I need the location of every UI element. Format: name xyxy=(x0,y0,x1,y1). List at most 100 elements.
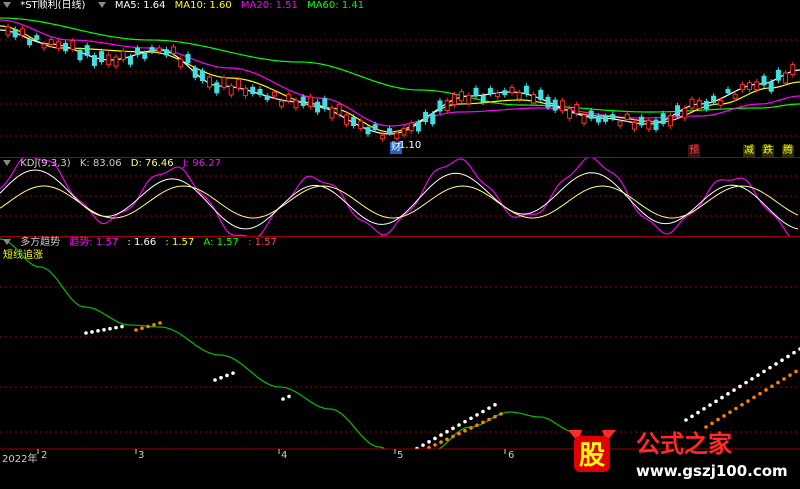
candle xyxy=(55,41,61,49)
trend-dot-orange xyxy=(158,321,162,325)
trend-value-3: : 1.57 xyxy=(165,237,195,248)
trend-dot-white xyxy=(720,395,724,400)
trend-dot-orange xyxy=(722,414,726,418)
candle xyxy=(538,89,544,101)
candle xyxy=(660,113,666,125)
candle xyxy=(257,89,263,95)
ma20-value: MA20: 1.51 xyxy=(240,0,298,11)
trend-dot-white xyxy=(786,354,790,359)
trend-dot-white xyxy=(702,406,706,411)
candle xyxy=(415,121,421,132)
trend-dot-white xyxy=(762,369,766,374)
trend-dot-orange xyxy=(487,417,491,422)
kdj-name: KDJ(9,3,3) xyxy=(20,158,71,169)
trend-header: 多方趋势 趋势: 1.57 : 1.66 : 1.57 A: 1.57 : 1.… xyxy=(0,237,283,249)
trend-value: 趋势: 1.57 xyxy=(69,237,119,248)
indicator-menu-icon[interactable] xyxy=(97,2,106,8)
candle xyxy=(761,75,767,86)
candle xyxy=(567,108,573,119)
trend-dot-white xyxy=(84,331,88,335)
x-label-apr: 4 xyxy=(281,450,288,461)
candle xyxy=(264,95,270,100)
trend-dot-orange xyxy=(776,380,780,385)
trend-dot-white xyxy=(780,358,784,363)
trend-line xyxy=(0,238,576,449)
candle xyxy=(545,96,551,108)
candle xyxy=(178,58,184,68)
trend-chart[interactable] xyxy=(0,237,800,449)
candle xyxy=(423,111,429,123)
candle xyxy=(502,90,508,96)
candle xyxy=(322,98,328,110)
trend-dot-white xyxy=(287,394,291,399)
marker-yu[interactable]: 预 xyxy=(688,145,700,157)
trend-dot-orange xyxy=(740,402,744,407)
candle xyxy=(790,64,796,76)
candle xyxy=(473,87,479,97)
candle xyxy=(48,38,54,45)
price-chart[interactable] xyxy=(0,0,800,157)
trend-dot-white xyxy=(439,433,443,437)
trend-dot-orange xyxy=(746,399,750,403)
trend-dot-orange xyxy=(770,384,774,389)
trend-dot-orange xyxy=(463,429,467,433)
candle xyxy=(444,100,450,112)
panel-collapse-icon[interactable] xyxy=(3,2,11,8)
trend-dot-white xyxy=(96,329,100,333)
trend-dot-white xyxy=(475,413,479,417)
candle xyxy=(221,77,227,88)
marker-die[interactable]: 跌 xyxy=(762,145,774,157)
trend-dot-white xyxy=(427,440,431,444)
trend-dot-white xyxy=(768,365,772,370)
candle xyxy=(711,95,717,103)
watermark-url: www.gszj100.com xyxy=(636,462,788,480)
candle xyxy=(300,96,306,106)
trend-dot-orange xyxy=(475,423,479,427)
marker-teng[interactable]: 腾 xyxy=(782,145,794,157)
candle xyxy=(682,107,688,119)
candle xyxy=(725,88,731,94)
trend-menu-icon[interactable] xyxy=(3,239,11,245)
trend-dot-white xyxy=(231,371,235,375)
kdj-k-value: K: 83.06 xyxy=(79,158,122,169)
candle xyxy=(552,99,558,111)
candle xyxy=(315,101,321,113)
trend-dot-white xyxy=(696,410,700,415)
trend-dot-white xyxy=(726,392,730,396)
trend-dot-white xyxy=(421,443,425,447)
trend-dot-white xyxy=(219,375,223,380)
candle xyxy=(732,93,738,99)
trend-dot-white xyxy=(281,397,285,401)
trend-dot-orange xyxy=(782,377,786,381)
kdj-menu-icon[interactable] xyxy=(3,160,11,166)
trend-chart-canvas xyxy=(0,238,800,449)
candle xyxy=(437,100,443,112)
kdj-header: KDJ(9,3,3) K: 83.06 D: 76.46 J: 96.27 xyxy=(0,158,227,170)
candle xyxy=(574,103,580,115)
candle xyxy=(610,114,616,119)
trend-dot-white xyxy=(120,324,124,329)
candle xyxy=(365,127,371,135)
candle xyxy=(214,82,220,94)
candle xyxy=(783,72,789,84)
candle xyxy=(185,53,191,64)
candle xyxy=(559,100,565,112)
candle xyxy=(588,110,594,119)
trend-dot-white xyxy=(102,327,106,332)
candle xyxy=(387,128,393,134)
candle xyxy=(430,113,436,125)
trend-dot-orange xyxy=(794,369,798,374)
candle xyxy=(307,96,313,107)
candle xyxy=(754,81,760,91)
candle xyxy=(271,91,277,97)
candle xyxy=(149,47,155,52)
trend-a-value: A: 1.57 xyxy=(203,237,239,248)
marker-jian[interactable]: 减 xyxy=(743,145,755,157)
trend-value-2: : 1.66 xyxy=(127,237,157,248)
candle xyxy=(63,42,69,52)
trend-dot-white xyxy=(469,416,473,421)
trend-value-5: : 1.57 xyxy=(248,237,277,248)
trend-dot-orange xyxy=(764,388,768,392)
trend-dot-orange xyxy=(469,426,473,430)
trend-dot-white xyxy=(756,373,760,377)
